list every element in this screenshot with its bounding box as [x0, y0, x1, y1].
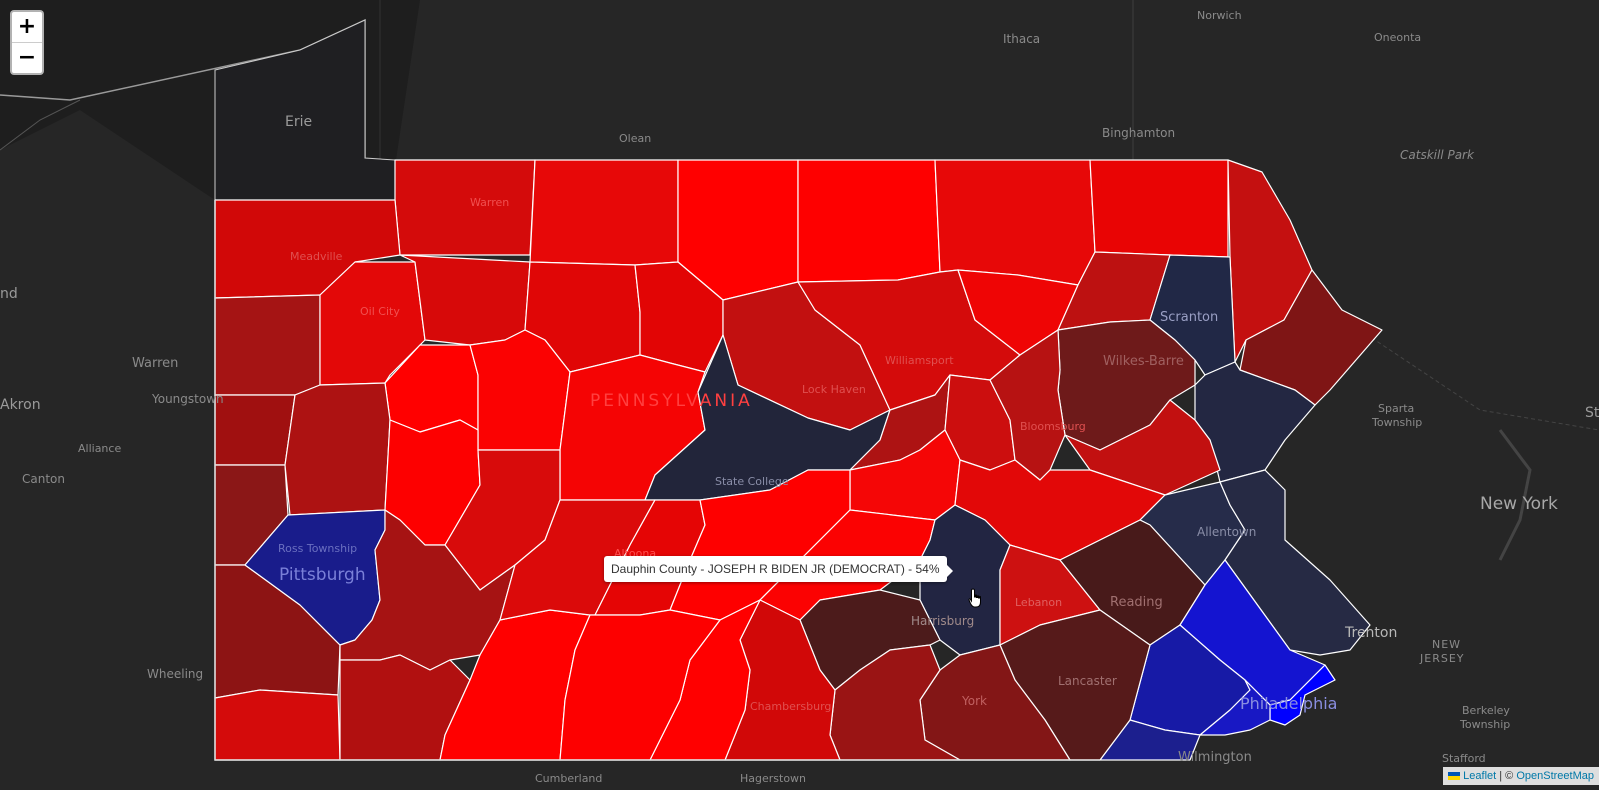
label-canton: Canton [22, 472, 65, 486]
label-york: York [962, 694, 987, 708]
label-berkeley-township: Township [1460, 718, 1511, 731]
county-butler[interactable] [284, 382, 391, 516]
leaflet-link[interactable]: Leaflet [1463, 770, 1496, 782]
osm-link[interactable]: OpenStreetMap [1516, 770, 1594, 782]
county-bradford[interactable] [934, 159, 1096, 286]
county-susquehanna[interactable] [1089, 159, 1229, 258]
label-lebanon: Lebanon [1015, 596, 1063, 609]
county-mckean[interactable] [529, 159, 679, 266]
label-ithaca: Ithaca [1003, 32, 1041, 46]
county-warren[interactable] [394, 159, 536, 256]
state-line-ny-nj [1359, 329, 1599, 431]
label-norwich: Norwich [1197, 9, 1242, 22]
label-bloomsburg: Bloomsburg [1020, 420, 1086, 433]
label-new: NEW [1432, 638, 1462, 651]
label-oneonta: Oneonta [1374, 31, 1422, 44]
label-jersey: JERSEY [1420, 652, 1465, 665]
attribution-separator: | © [1496, 770, 1517, 782]
label-meadville: Meadville [290, 250, 343, 263]
hand-cursor-icon [968, 588, 981, 608]
ukraine-flag-icon [1448, 772, 1461, 781]
label-st: St [1585, 405, 1599, 421]
label-philadelphia: Philadelphia [1240, 694, 1338, 713]
label-ross-township: Ross Township [278, 542, 358, 555]
label-land: nd [0, 286, 18, 302]
label-catskill: Catskill Park [1400, 148, 1474, 162]
label-trenton: Trenton [1345, 625, 1398, 641]
map-attribution: Leaflet | © OpenStreetMap [1443, 767, 1599, 785]
label-chambersburg: Chambersburg [750, 700, 832, 713]
county-greene[interactable] [214, 689, 341, 761]
label-wilkes-barre: Wilkes-Barre [1103, 354, 1184, 369]
label-oil-city: Oil City [360, 305, 400, 318]
label-allentown: Allentown [1197, 525, 1257, 539]
election-map[interactable]: Erie Ithaca Norwich Oneonta Binghamton O… [0, 0, 1599, 785]
county-layer [214, 159, 1383, 761]
label-warren: Warren [470, 196, 510, 209]
map-canvas[interactable] [0, 0, 1599, 785]
county-mercer-north[interactable] [214, 294, 321, 396]
label-wilmington: Wilmington [1178, 750, 1252, 765]
label-harrisburg: Harrisburg [911, 614, 975, 628]
label-pittsburgh: Pittsburgh [279, 565, 366, 585]
label-williamsport: Williamsport [885, 354, 954, 367]
label-hagerstown: Hagerstown [740, 772, 807, 785]
county-tooltip: Dauphin County - JOSEPH R BIDEN JR (DEMO… [604, 556, 953, 582]
zoom-in-button[interactable]: + [12, 12, 42, 42]
label-warren-oh: Warren [132, 356, 179, 371]
county-mercer[interactable] [214, 394, 296, 466]
label-akron: Akron [0, 397, 41, 413]
label-scranton: Scranton [1160, 310, 1219, 325]
label-cumberland-md: Cumberland [535, 772, 603, 785]
label-new-york: New York [1480, 494, 1558, 514]
label-youngstown: Youngstown [152, 392, 224, 406]
label-pennsylvania: PENNSYLVANIA [590, 391, 753, 411]
label-olean: Olean [619, 132, 652, 145]
label-wheeling: Wheeling [147, 667, 204, 681]
label-reading: Reading [1110, 595, 1163, 610]
label-alliance: Alliance [78, 442, 122, 455]
county-tioga[interactable] [797, 159, 941, 283]
zoom-control: + − [10, 10, 44, 75]
zoom-out-button[interactable]: − [12, 42, 42, 73]
label-berkeley: Berkeley [1462, 704, 1510, 717]
label-stafford: Stafford [1442, 752, 1486, 765]
label-sparta-township: Township [1372, 416, 1423, 429]
label-binghamton: Binghamton [1102, 126, 1176, 140]
label-erie: Erie [285, 114, 313, 130]
label-lancaster: Lancaster [1058, 674, 1117, 688]
label-sparta: Sparta [1378, 402, 1415, 415]
label-lock-haven: Lock Haven [802, 383, 866, 396]
label-state-college: State College [715, 475, 789, 488]
